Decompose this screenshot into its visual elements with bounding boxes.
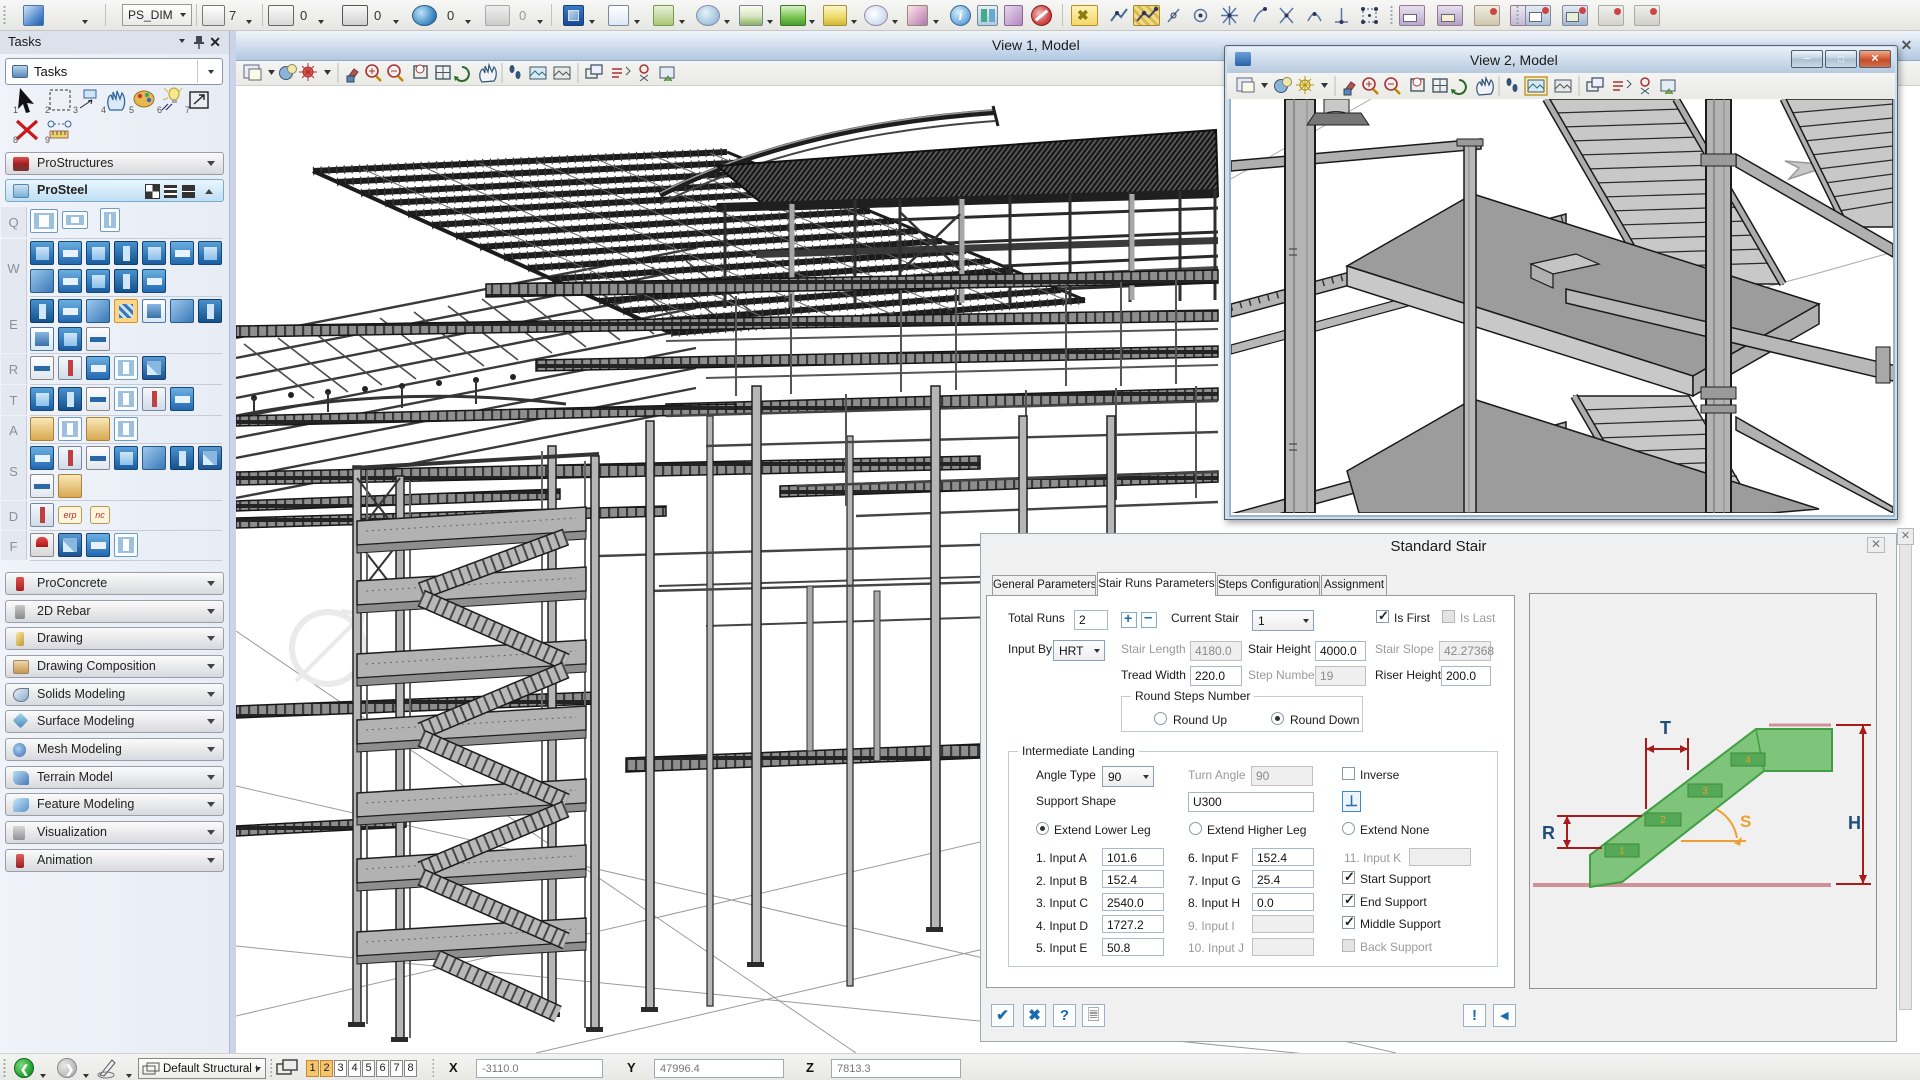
- svg-text:2: 2: [45, 105, 50, 114]
- svg-text:3: 3: [1702, 786, 1708, 797]
- svg-text:6: 6: [157, 105, 162, 114]
- svg-text:4: 4: [1745, 755, 1751, 766]
- svg-text:2: 2: [1660, 815, 1666, 826]
- svg-text:T: T: [1660, 718, 1671, 738]
- svg-text:R: R: [1542, 823, 1555, 843]
- svg-text:7: 7: [185, 105, 190, 114]
- svg-text:S: S: [1740, 812, 1751, 831]
- svg-text:8: 8: [13, 135, 18, 144]
- svg-text:H: H: [1848, 813, 1861, 833]
- svg-text:1: 1: [13, 105, 18, 114]
- svg-text:9: 9: [45, 135, 50, 144]
- svg-text:4: 4: [101, 105, 106, 114]
- svg-text:3: 3: [73, 105, 78, 114]
- svg-text:5: 5: [129, 105, 134, 114]
- svg-text:1: 1: [1619, 846, 1625, 857]
